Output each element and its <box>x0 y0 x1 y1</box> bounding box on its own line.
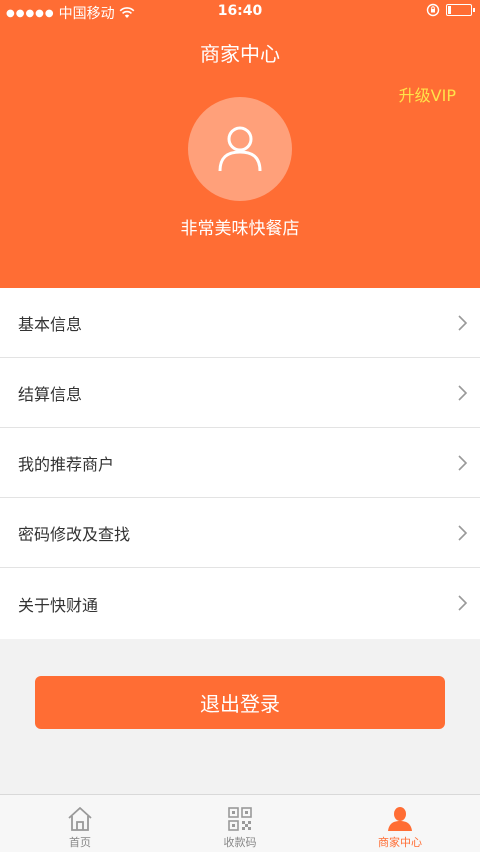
menu-item-label: 密码修改及查找 <box>18 524 131 544</box>
qrcode-icon <box>228 807 252 831</box>
chevron-right-icon <box>458 315 468 331</box>
menu-item-about[interactable]: 关于快财通 <box>0 568 480 639</box>
home-icon <box>68 807 92 831</box>
menu-item-label: 基本信息 <box>18 314 83 334</box>
menu-item-label: 关于快财通 <box>18 595 99 615</box>
rotation-lock-icon <box>426 3 440 17</box>
menu-item-label: 我的推荐商户 <box>18 454 115 474</box>
battery-icon <box>446 4 475 16</box>
shop-name: 非常美味快餐店 <box>180 219 300 239</box>
tab-label: 商家中心 <box>378 836 422 849</box>
chevron-right-icon <box>458 385 468 401</box>
menu-item-basic-info[interactable]: 基本信息 <box>0 288 480 358</box>
tab-bar: 首页 收款码 商家中心 <box>0 794 480 852</box>
user-icon <box>388 807 412 831</box>
menu-list: 基本信息 结算信息 我的推荐商户 密码修改及查找 关于快财通 <box>0 288 480 639</box>
tab-home[interactable]: 首页 <box>0 795 160 852</box>
page-title: 商家中心 <box>200 42 280 66</box>
menu-item-password[interactable]: 密码修改及查找 <box>0 498 480 568</box>
menu-item-referred-merchants[interactable]: 我的推荐商户 <box>0 428 480 498</box>
tab-label: 收款码 <box>223 836 257 849</box>
header: ●●●●● 中国移动 16:40 商家中心 升级VIP 非常美味快餐店 <box>0 0 480 288</box>
status-right <box>426 3 475 17</box>
chevron-right-icon <box>458 525 468 541</box>
menu-item-settlement-info[interactable]: 结算信息 <box>0 358 480 428</box>
upgrade-vip-button[interactable]: 升级VIP <box>399 82 456 106</box>
tab-merchant-center[interactable]: 商家中心 <box>320 795 480 852</box>
status-bar: ●●●●● 中国移动 16:40 <box>0 0 480 24</box>
chevron-right-icon <box>458 455 468 471</box>
chevron-right-icon <box>458 595 468 611</box>
tab-label: 首页 <box>69 836 91 849</box>
user-avatar-icon <box>218 126 262 172</box>
clock: 16:40 <box>217 3 263 19</box>
menu-item-label: 结算信息 <box>18 384 83 404</box>
tab-qrcode[interactable]: 收款码 <box>160 795 320 852</box>
avatar[interactable] <box>188 97 292 201</box>
logout-button[interactable]: 退出登录 <box>35 676 445 729</box>
